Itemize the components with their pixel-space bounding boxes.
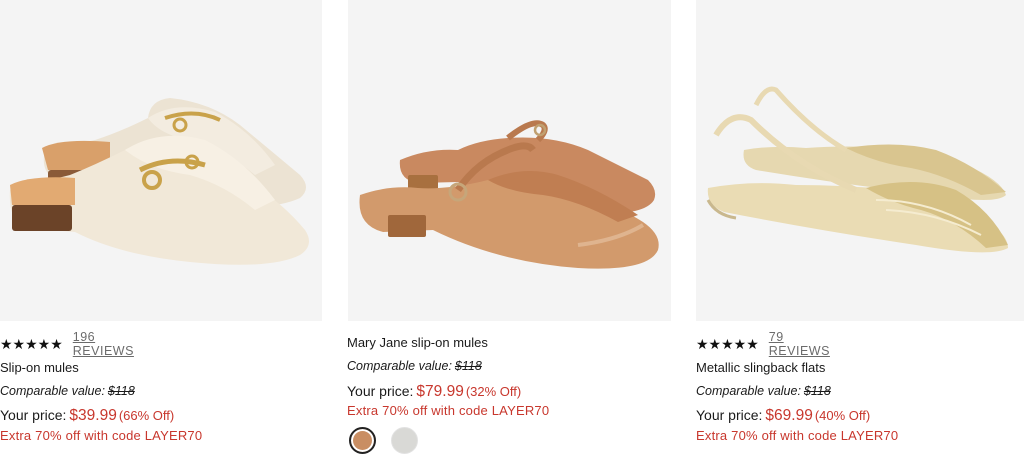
price-line: Your price: $69.99 (40% Off) xyxy=(696,407,870,425)
star-rating-icon: ★★★★★ xyxy=(0,336,63,352)
promo-text: Extra 70% off with code LAYER70 xyxy=(347,403,550,418)
discount-percent: (32% Off) xyxy=(465,384,522,399)
rating-row: ★★★★★ 196 REVIEWS xyxy=(0,330,134,358)
product-image-slip-on-mules[interactable] xyxy=(0,0,322,321)
product-name[interactable]: Metallic slingback flats xyxy=(696,360,825,375)
mary-jane-mule-image xyxy=(359,120,659,269)
reviews-link[interactable]: 196 REVIEWS xyxy=(73,330,134,358)
price-label: Your price: xyxy=(696,407,763,423)
color-swatch-silver[interactable] xyxy=(391,427,418,454)
sale-price: $39.99 xyxy=(69,407,117,424)
comparable-price: $118 xyxy=(803,384,831,398)
discount-percent: (66% Off) xyxy=(118,408,175,423)
slingback-flat-image xyxy=(706,86,1008,253)
comparable-label: Comparable value: xyxy=(347,359,452,373)
reviews-link[interactable]: 79 REVIEWS xyxy=(769,330,830,358)
comparable-label: Comparable value: xyxy=(0,384,105,398)
price-line: Your price: $39.99 (66% Off) xyxy=(0,407,174,425)
comparable-label: Comparable value: xyxy=(696,384,801,398)
color-swatch-tan[interactable] xyxy=(349,427,376,454)
price-line: Your price: $79.99 (32% Off) xyxy=(347,383,521,401)
comparable-price: $118 xyxy=(454,359,482,373)
price-label: Your price: xyxy=(0,407,67,423)
product-name[interactable]: Mary Jane slip-on mules xyxy=(347,335,488,350)
sale-price: $69.99 xyxy=(765,407,813,424)
discount-percent: (40% Off) xyxy=(814,408,871,423)
rating-row: ★★★★★ 79 REVIEWS xyxy=(696,330,830,358)
comparable-value: Comparable value: $118 xyxy=(0,384,135,398)
sale-price: $79.99 xyxy=(416,383,464,400)
comparable-price: $118 xyxy=(107,384,135,398)
comparable-value: Comparable value: $118 xyxy=(696,384,831,398)
mule-shoe-image xyxy=(9,98,310,265)
price-label: Your price: xyxy=(347,383,414,399)
product-name[interactable]: Slip-on mules xyxy=(0,360,79,375)
star-rating-icon: ★★★★★ xyxy=(696,336,759,352)
product-image-slingback-flats[interactable] xyxy=(696,0,1024,321)
promo-text: Extra 70% off with code LAYER70 xyxy=(0,428,203,443)
comparable-value: Comparable value: $118 xyxy=(347,359,482,373)
product-image-mary-jane-mules[interactable] xyxy=(348,0,671,321)
promo-text: Extra 70% off with code LAYER70 xyxy=(696,428,899,443)
